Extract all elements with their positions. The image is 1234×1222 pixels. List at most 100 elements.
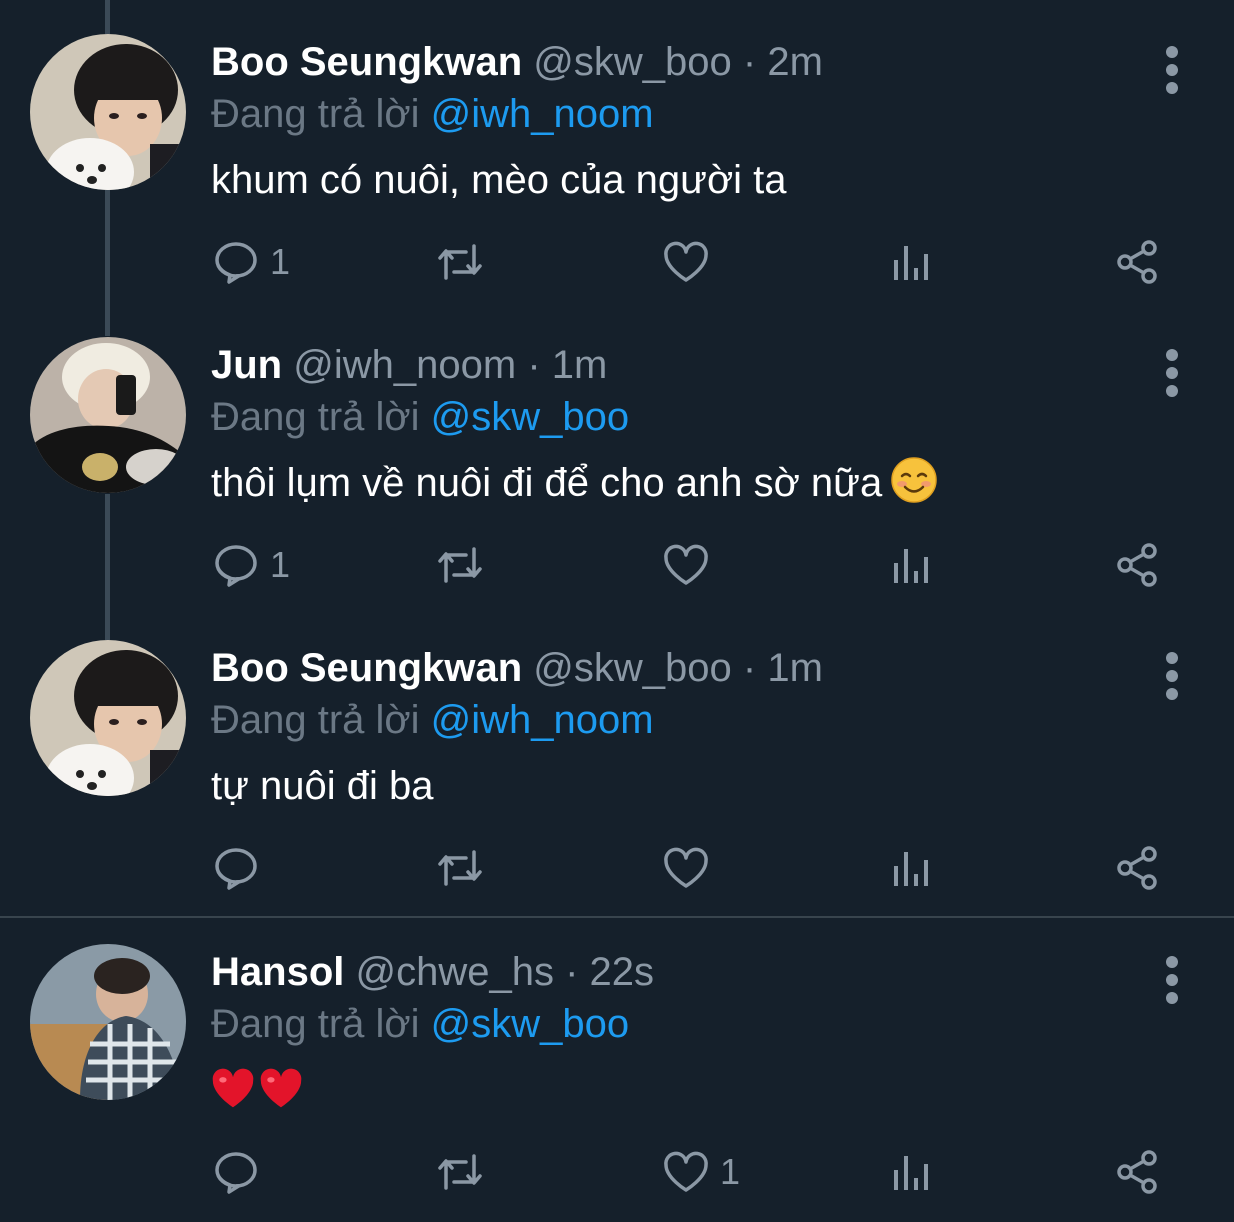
views-icon: [894, 549, 928, 583]
avatar-image: [30, 944, 186, 1100]
retweet-icon: [438, 547, 482, 583]
tweet[interactable]: Boo Seungkwan @skw_boo · 1m Đang trả lời…: [0, 640, 1234, 912]
reply-button[interactable]: 1: [212, 232, 290, 292]
user-handle[interactable]: @skw_boo: [533, 646, 731, 690]
more-icon-dot: [1166, 688, 1178, 700]
share-button[interactable]: [1113, 838, 1161, 898]
share-icon: [1117, 1150, 1157, 1194]
like-button[interactable]: 1: [662, 1142, 740, 1202]
user-handle[interactable]: @skw_boo: [533, 40, 731, 84]
avatar[interactable]: [30, 34, 186, 190]
views-button[interactable]: [888, 1142, 936, 1202]
mention-link[interactable]: @iwh_noom: [431, 698, 654, 742]
reply-count: 1: [270, 241, 291, 282]
reply-icon: [215, 1152, 257, 1194]
views-button[interactable]: [888, 232, 936, 292]
more-icon-dot: [1166, 46, 1178, 58]
reply-button[interactable]: [212, 838, 270, 898]
separator-dot: ·: [565, 950, 579, 994]
red-heart-emoji: [260, 1068, 302, 1108]
reply-button[interactable]: [212, 1142, 270, 1202]
action-bar: 1: [0, 1142, 1234, 1202]
smiling-face-emoji: [891, 457, 937, 503]
tweet-text: thôi lụm về nuôi đi để cho anh sờ nữa: [211, 453, 938, 513]
views-button[interactable]: [888, 838, 936, 898]
tweet-text: khum có nuôi, mèo của người ta: [211, 158, 787, 202]
avatar-image: [30, 337, 186, 493]
retweet-button[interactable]: [436, 1142, 484, 1202]
user-handle[interactable]: @chwe_hs: [355, 950, 553, 994]
timestamp[interactable]: 1m: [767, 646, 823, 690]
red-heart-emoji: [212, 1068, 254, 1108]
avatar[interactable]: [30, 337, 186, 493]
more-icon-dot: [1166, 82, 1178, 94]
separator-dot: ·: [527, 343, 541, 387]
like-button[interactable]: [662, 838, 720, 898]
like-button[interactable]: [662, 535, 720, 595]
more-options-button[interactable]: [1155, 648, 1189, 708]
reply-icon: [215, 848, 257, 890]
divider: [0, 916, 1234, 918]
reply-prefix: Đang trả lời: [211, 1002, 420, 1046]
views-icon: [894, 246, 928, 280]
retweet-button[interactable]: [436, 535, 484, 595]
views-button[interactable]: [888, 535, 936, 595]
more-options-button[interactable]: [1155, 42, 1189, 102]
action-bar: 1: [0, 232, 1234, 292]
share-icon: [1117, 543, 1157, 587]
timestamp[interactable]: 2m: [767, 40, 823, 84]
reply-prefix: Đang trả lời: [211, 698, 420, 742]
timestamp[interactable]: 1m: [552, 343, 608, 387]
retweet-icon: [438, 1154, 482, 1190]
retweet-button[interactable]: [436, 838, 484, 898]
reply-icon: [215, 242, 257, 284]
reply-context: Đang trả lời @iwh_noom: [211, 692, 654, 748]
tweet[interactable]: Hansol @chwe_hs · 22s Đang trả lời @skw_…: [0, 944, 1234, 1216]
reply-prefix: Đang trả lời: [211, 92, 420, 136]
share-button[interactable]: [1113, 535, 1161, 595]
reply-icon: [215, 545, 257, 587]
display-name[interactable]: Boo Seungkwan: [211, 40, 522, 84]
mention-link[interactable]: @iwh_noom: [431, 92, 654, 136]
like-button[interactable]: [662, 232, 720, 292]
more-icon-dot: [1166, 385, 1178, 397]
reply-button[interactable]: 1: [212, 535, 290, 595]
like-icon: [664, 544, 708, 585]
tweet-text: [211, 1060, 307, 1120]
tweet-text: tự nuôi đi ba: [211, 764, 434, 808]
share-button[interactable]: [1113, 232, 1161, 292]
like-icon: [664, 847, 708, 888]
thread-line: [105, 0, 110, 34]
more-icon-dot: [1166, 652, 1178, 664]
more-icon-dot: [1166, 974, 1178, 986]
more-icon-dot: [1166, 670, 1178, 682]
more-icon-dot: [1166, 956, 1178, 968]
action-bar: 1: [0, 535, 1234, 595]
reply-context: Đang trả lời @skw_boo: [211, 389, 629, 445]
display-name[interactable]: Hansol: [211, 950, 344, 994]
more-options-button[interactable]: [1155, 952, 1189, 1012]
tweet[interactable]: Jun @iwh_noom · 1m Đang trả lời @skw_boo…: [0, 337, 1234, 609]
separator-dot: ·: [742, 40, 757, 84]
avatar-image: [30, 640, 186, 796]
action-bar: [0, 838, 1234, 898]
tweet-text-content: thôi lụm về nuôi đi để cho anh sờ nữa: [211, 461, 883, 505]
share-icon: [1117, 846, 1157, 890]
display-name[interactable]: Boo Seungkwan: [211, 646, 522, 690]
avatar[interactable]: [30, 640, 186, 796]
more-options-button[interactable]: [1155, 345, 1189, 405]
avatar[interactable]: [30, 944, 186, 1100]
like-icon: [664, 1151, 708, 1192]
retweet-button[interactable]: [436, 232, 484, 292]
like-count: 1: [720, 1151, 741, 1192]
display-name[interactable]: Jun: [211, 343, 282, 387]
share-icon: [1117, 240, 1157, 284]
mention-link[interactable]: @skw_boo: [431, 395, 629, 439]
timestamp[interactable]: 22s: [590, 950, 655, 994]
mention-link[interactable]: @skw_boo: [431, 1002, 629, 1046]
retweet-icon: [438, 244, 482, 280]
tweet[interactable]: Boo Seungkwan @skw_boo · 2m Đang trả lời…: [0, 34, 1234, 306]
views-icon: [894, 852, 928, 886]
user-handle[interactable]: @iwh_noom: [293, 343, 516, 387]
share-button[interactable]: [1113, 1142, 1161, 1202]
